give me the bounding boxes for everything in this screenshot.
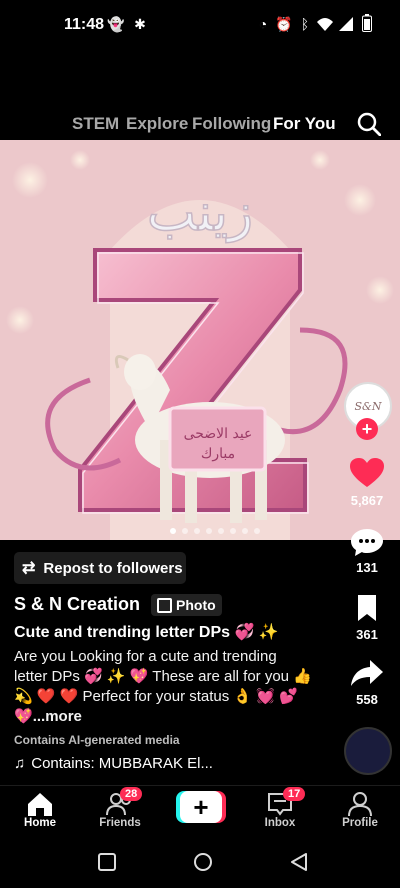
nav-profile[interactable]: Profile — [325, 791, 395, 829]
follow-plus-button[interactable]: + — [356, 418, 378, 440]
nav-inbox[interactable]: Inbox — [245, 791, 315, 829]
battery-icon — [362, 14, 372, 32]
author-name[interactable]: S & N Creation — [14, 594, 140, 615]
profile-icon — [348, 792, 372, 817]
nav-inbox-label: Inbox — [264, 817, 296, 829]
music-note-icon: ♫ — [14, 755, 26, 772]
carousel-dot[interactable] — [182, 528, 188, 534]
wifi-icon — [317, 18, 333, 31]
letter-z-artwork: زینب عيد الاضحى مبارك — [0, 140, 400, 540]
tab-explore[interactable]: Explore — [126, 114, 188, 134]
avatar-text: S&N — [354, 399, 382, 413]
system-nav-bar — [0, 835, 400, 888]
more-link[interactable]: ...more — [33, 708, 82, 725]
repost-button[interactable]: ⇄ Repost to followers — [14, 552, 186, 584]
inbox-badge: 17 — [283, 787, 306, 801]
photo-icon — [157, 597, 172, 613]
friends-badge: 28 — [120, 787, 143, 801]
svg-text:عيد الاضحى: عيد الاضحى — [184, 426, 253, 442]
search-icon[interactable] — [357, 112, 381, 136]
post-title: Cute and trending letter DPs 💞 ✨ — [14, 624, 279, 641]
top-nav: STEM Explore Following For You — [0, 50, 400, 146]
ai-generated-label: Contains AI-generated media — [14, 733, 180, 747]
carousel-dot[interactable] — [230, 528, 236, 534]
create-button[interactable]: + — [180, 791, 222, 823]
carousel-dot[interactable] — [170, 528, 176, 534]
photo-badge-label: Photo — [176, 597, 216, 613]
comment-count: 131 — [356, 560, 378, 575]
data-saver-icon: ◔ — [258, 16, 268, 32]
snapchat-icon: 👻 — [107, 15, 125, 32]
carousel-dot[interactable] — [242, 528, 248, 534]
nav-profile-label: Profile — [342, 817, 378, 829]
share-count: 558 — [356, 692, 378, 707]
like-count: 5,867 — [350, 493, 384, 508]
carousel-dot[interactable] — [218, 528, 224, 534]
home-system-icon[interactable] — [193, 852, 213, 872]
music-title: Contains: MUBBARAK El... — [31, 755, 213, 772]
save-count: 361 — [356, 627, 378, 642]
status-bar: 11:48 👻 ✱ ◔ ⏰ ᛒ — [0, 0, 400, 50]
pinwheel-icon: ✱ — [134, 15, 146, 32]
svg-text:مبارك: مبارك — [201, 446, 235, 462]
bluetooth-icon: ᛒ — [300, 16, 310, 32]
bookmark-icon[interactable] — [356, 594, 378, 622]
tab-stem[interactable]: STEM — [72, 114, 119, 134]
share-icon[interactable] — [350, 658, 384, 688]
recents-icon[interactable] — [98, 853, 116, 871]
tab-for-you[interactable]: For You — [273, 114, 336, 134]
alarm-icon: ⏰ — [275, 15, 293, 32]
nav-home[interactable]: Home — [5, 791, 75, 829]
carousel-dots — [170, 528, 260, 534]
heart-icon[interactable] — [350, 458, 384, 488]
home-icon — [28, 793, 52, 816]
nav-home-label: Home — [24, 817, 56, 829]
carousel-dot[interactable] — [254, 528, 260, 534]
post-image[interactable]: زینب عيد الاضحى مبارك — [0, 140, 400, 540]
status-time: 11:48 — [64, 16, 105, 33]
back-icon[interactable] — [290, 853, 308, 871]
post-description[interactable]: Are you Looking for a cute and trending … — [14, 647, 314, 727]
carousel-dot[interactable] — [194, 528, 200, 534]
music-info[interactable]: ♫ Contains: MUBBARAK El... — [14, 755, 294, 772]
signal-icon — [339, 17, 353, 31]
repost-label: Repost to followers — [43, 559, 183, 577]
carousel-dot[interactable] — [206, 528, 212, 534]
comment-icon[interactable] — [350, 527, 384, 557]
nav-friends-label: Friends — [99, 817, 141, 829]
tab-following[interactable]: Following — [192, 114, 271, 134]
repost-icon: ⇄ — [22, 560, 36, 577]
photo-badge: Photo — [151, 594, 222, 616]
svg-text:زینب: زینب — [147, 183, 253, 243]
music-disc-icon[interactable] — [344, 727, 392, 775]
